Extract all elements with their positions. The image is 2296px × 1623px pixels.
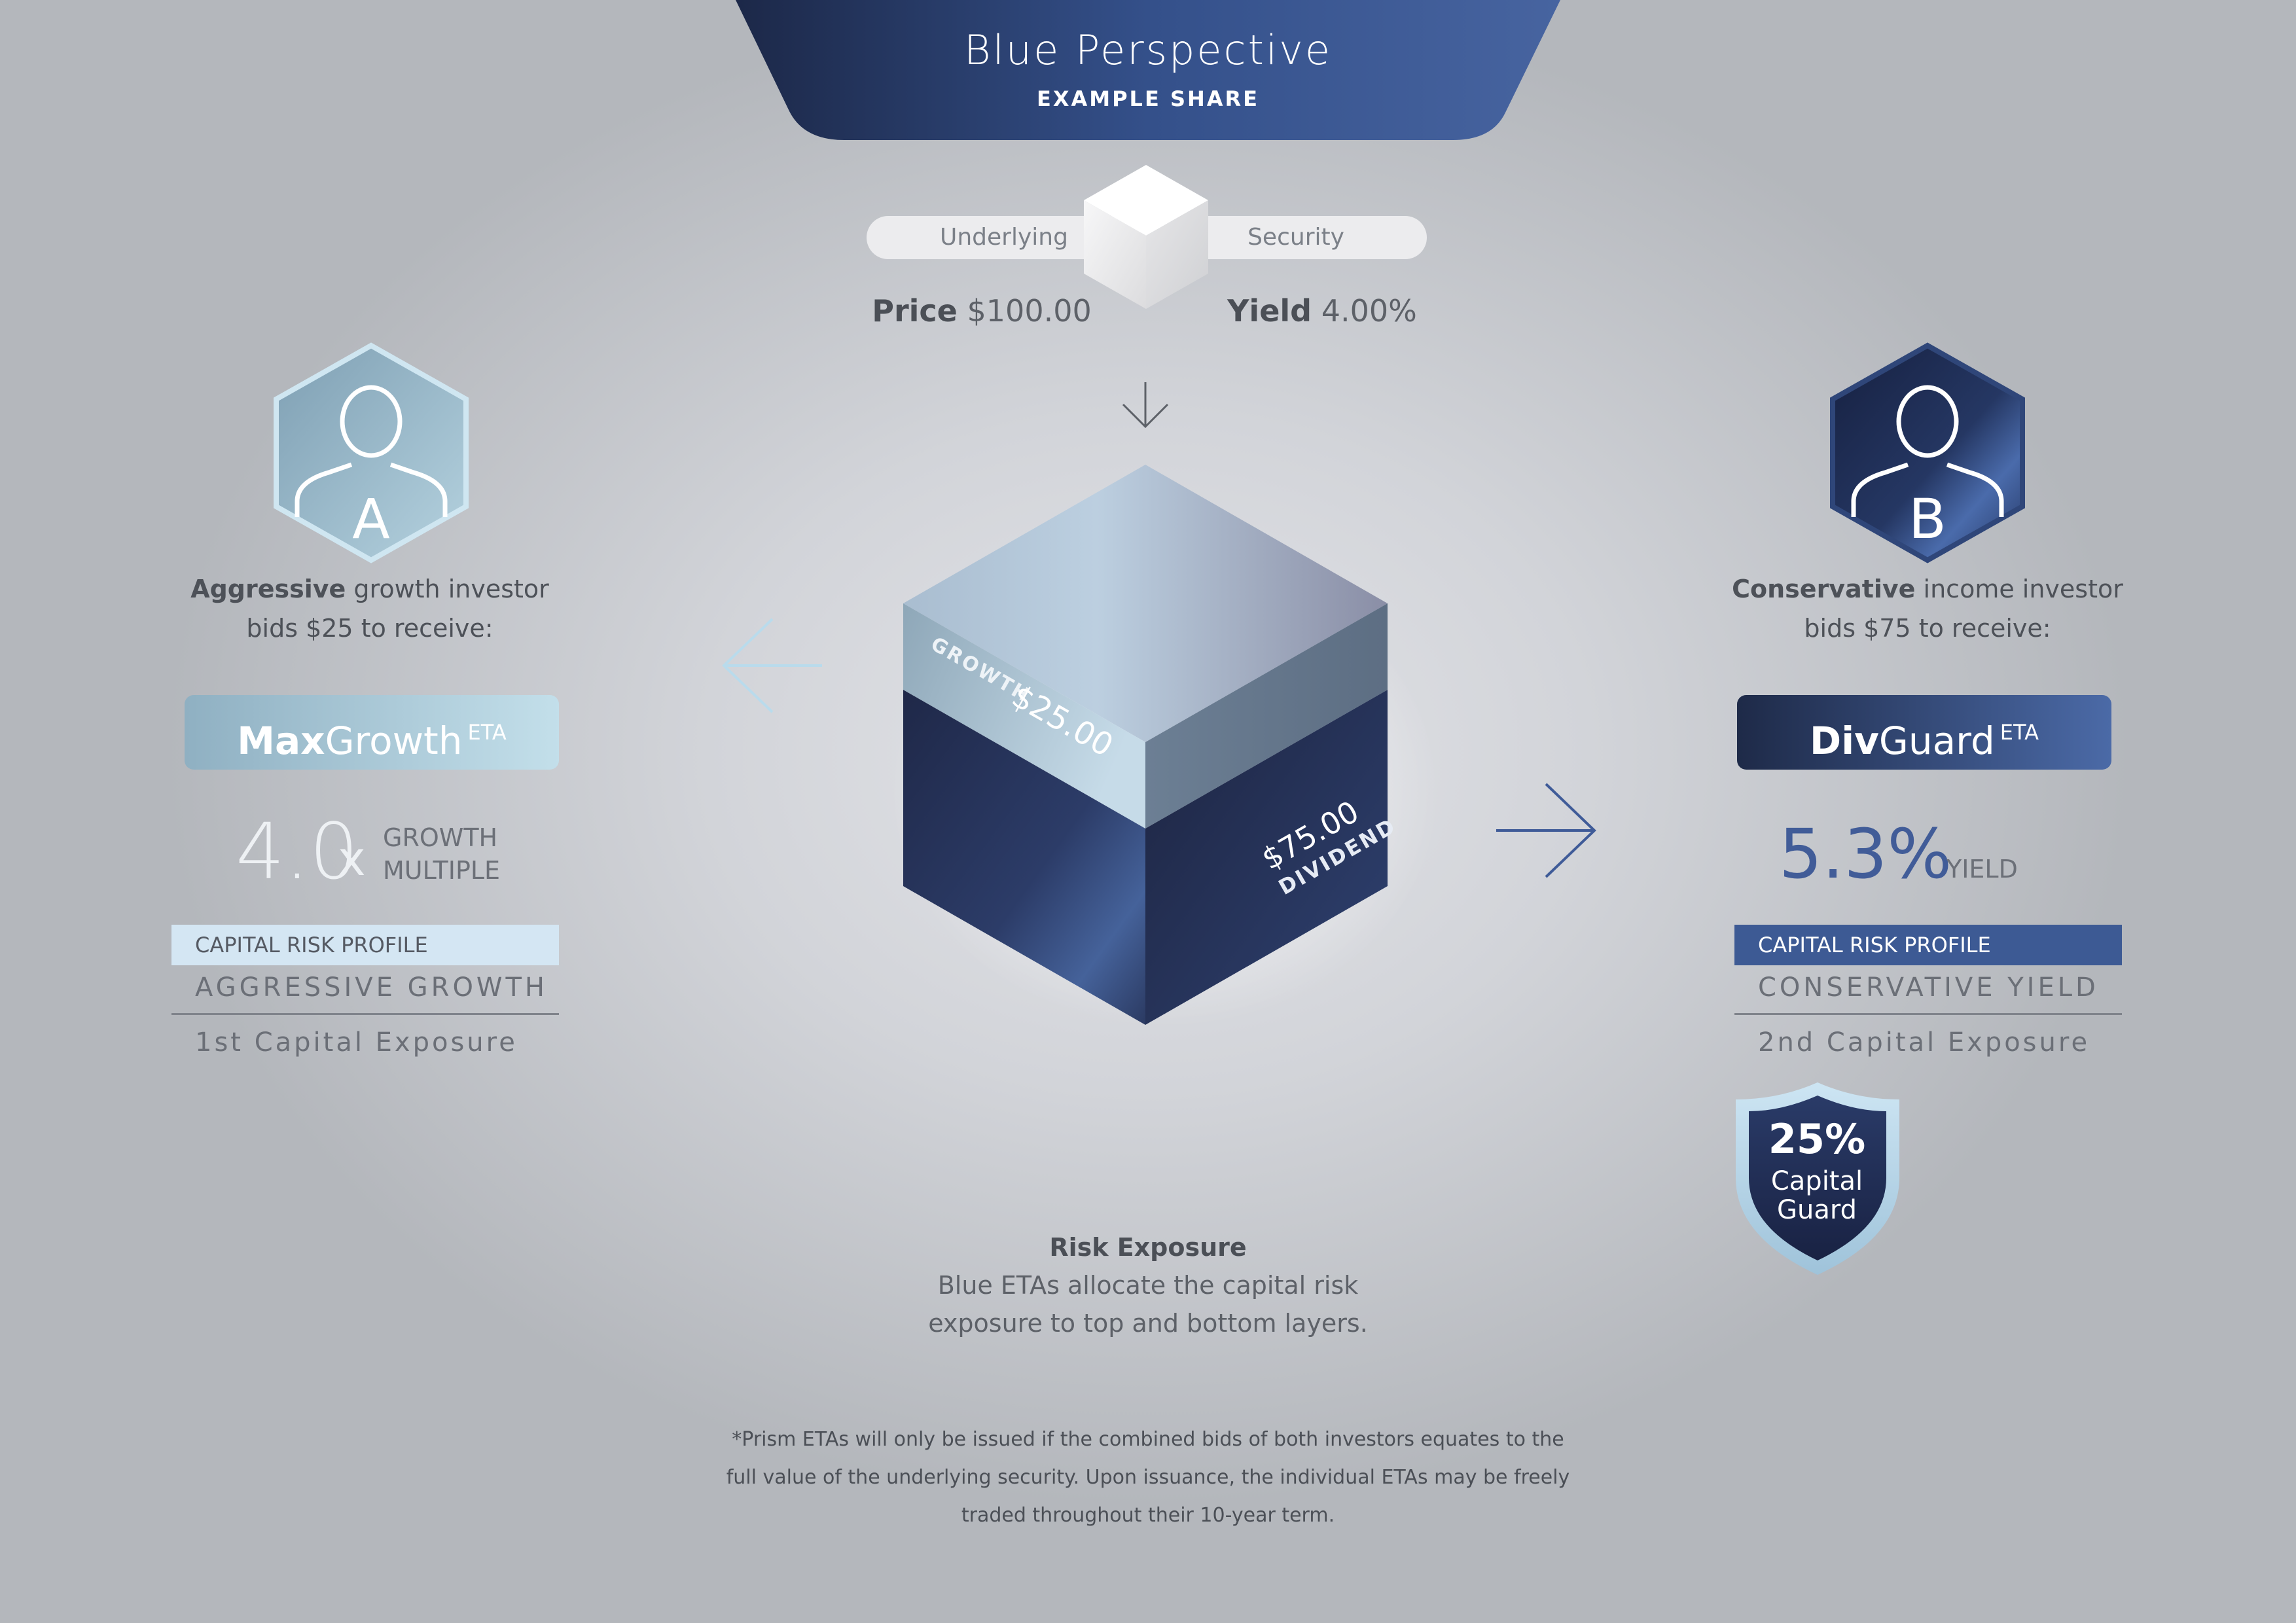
capital-guard-line1: Capital bbox=[1770, 1166, 1863, 1196]
price-value: $100.00 bbox=[967, 293, 1092, 329]
risk-exposure-line1: Blue ETAs allocate the capital risk bbox=[937, 1271, 1359, 1300]
divider bbox=[1734, 1013, 2122, 1015]
page-subtitle: EXAMPLE SHARE bbox=[1036, 86, 1260, 111]
investor-b-line1: income investor bbox=[1915, 575, 2123, 603]
product-b-sup: ETA bbox=[2000, 720, 2039, 745]
growth-multiple-label-1: GROWTH bbox=[383, 823, 498, 852]
footnote-line2: full value of the underlying security. U… bbox=[726, 1466, 1570, 1489]
price-label: Price bbox=[872, 293, 958, 329]
yield-label: Yield bbox=[1227, 293, 1312, 329]
risk-exposure-line2: exposure to top and bottom layers. bbox=[928, 1309, 1368, 1338]
yield-value: 4.00% bbox=[1321, 293, 1417, 329]
price-readout: Price $100.00 bbox=[838, 293, 1126, 329]
product-a-bold: Max bbox=[237, 719, 325, 763]
arrow-right-icon bbox=[1496, 783, 1596, 878]
arrow-left-icon bbox=[722, 618, 822, 713]
investor-a-line2: bids $25 to receive: bbox=[246, 614, 493, 643]
page-title: Blue Perspective bbox=[963, 26, 1333, 74]
capital-guard-percent: 25% bbox=[1768, 1115, 1866, 1163]
divider bbox=[171, 1013, 559, 1015]
footnote-line3: traded throughout their 10-year term. bbox=[961, 1504, 1335, 1527]
growth-multiple-unit: x bbox=[338, 831, 366, 886]
risk-exposure-title: Risk Exposure bbox=[1049, 1233, 1247, 1262]
investor-b-description: Conservative income investor bids $75 to… bbox=[1708, 569, 2147, 648]
product-a-rest: Growth bbox=[325, 719, 463, 763]
badge-letter-a: A bbox=[352, 487, 389, 551]
footnote-line1: *Prism ETAs will only be issued if the c… bbox=[732, 1428, 1564, 1451]
product-b-bold: Div bbox=[1810, 719, 1879, 763]
product-divguard: DivGuard ETA bbox=[1737, 695, 2111, 770]
capital-guard-line2: Guard bbox=[1777, 1195, 1857, 1225]
investor-a-badge: A bbox=[274, 342, 469, 563]
investor-a-type: Aggressive bbox=[190, 575, 346, 603]
arrow-down-icon bbox=[1122, 382, 1169, 429]
yield-readout: Yield 4.00% bbox=[1191, 293, 1453, 329]
product-maxgrowth: MaxGrowth ETA bbox=[185, 695, 559, 770]
capital-exposure-a: 1st Capital Exposure bbox=[195, 1027, 518, 1058]
yield-metric-value: 5.3% bbox=[1779, 814, 1952, 894]
product-b-rest: Guard bbox=[1878, 719, 1995, 763]
investor-b-line2: bids $75 to receive: bbox=[1804, 614, 2051, 643]
investor-a-description: Aggressive growth investor bids $25 to r… bbox=[151, 569, 589, 648]
risk-profile-header-b: CAPITAL RISK PROFILE bbox=[1734, 925, 2122, 965]
product-a-sup: ETA bbox=[467, 720, 507, 745]
cube-icon bbox=[1084, 165, 1208, 309]
split-cube-diagram: GROWTH $25.00 $75.00 DIVIDEND bbox=[890, 465, 1440, 1027]
risk-profile-value-a: AGGRESSIVE GROWTH bbox=[195, 972, 548, 1003]
risk-profile-header-a: CAPITAL RISK PROFILE bbox=[171, 925, 559, 965]
badge-letter-b: B bbox=[1909, 487, 1946, 551]
investor-a-line1: growth investor bbox=[346, 575, 549, 603]
risk-profile-value-b: CONSERVATIVE YIELD bbox=[1758, 972, 2099, 1003]
investor-b-type: Conservative bbox=[1732, 575, 1916, 603]
investor-b-badge: B bbox=[1830, 342, 2025, 563]
capital-exposure-b: 2nd Capital Exposure bbox=[1758, 1027, 2090, 1058]
growth-multiple-label-2: MULTIPLE bbox=[383, 856, 501, 885]
yield-metric-label: YIELD bbox=[1946, 855, 2018, 883]
